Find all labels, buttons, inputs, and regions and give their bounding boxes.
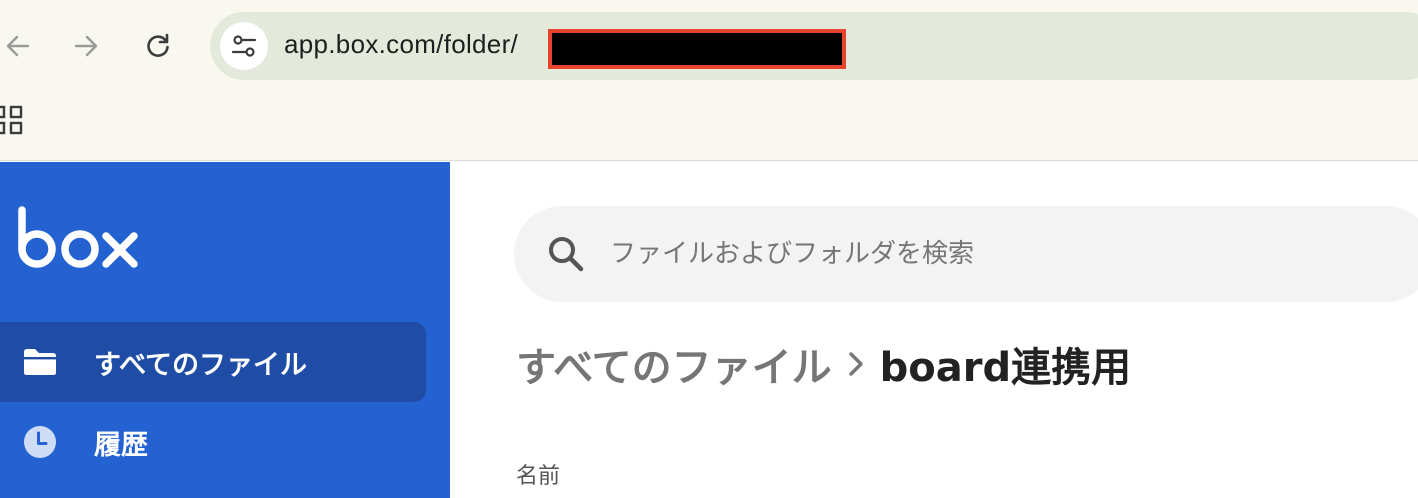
column-header-name[interactable]: 名前 [516, 458, 560, 490]
redacted-url-segment [548, 29, 846, 69]
breadcrumb: すべてのファイル board連携用 [516, 336, 1131, 392]
site-info-button[interactable] [220, 22, 268, 70]
sidebar-item-history[interactable]: 履歴 [0, 402, 426, 482]
breadcrumb-parent-link[interactable]: すべてのファイル [516, 335, 832, 393]
forward-arrow-icon [74, 35, 98, 57]
box-logo[interactable] [18, 206, 142, 274]
address-bar[interactable]: app.box.com/folder/ [210, 12, 1418, 80]
search-icon [549, 237, 584, 272]
tune-icon [231, 35, 257, 57]
sidebar-item-label: 履歴 [94, 429, 148, 461]
browser-toolbar: app.box.com/folder/ [0, 0, 1418, 161]
url-text: app.box.com/folder/ [284, 29, 519, 59]
reload-icon [147, 33, 169, 57]
search-input[interactable] [610, 232, 1370, 276]
chevron-right-icon [836, 349, 876, 379]
apps-grid-icon[interactable] [0, 104, 26, 136]
sidebar: すべてのファイル 履歴 [0, 162, 450, 498]
back-arrow-icon [6, 35, 30, 57]
sidebar-item-label: すべてのファイル [94, 349, 308, 381]
breadcrumb-current-folder: board連携用 [879, 345, 1132, 391]
reload-button[interactable] [140, 28, 176, 64]
search-box[interactable] [514, 206, 1418, 302]
back-button[interactable] [0, 28, 36, 64]
forward-button[interactable] [68, 28, 104, 64]
folder-icon [22, 344, 58, 380]
clock-icon [22, 424, 58, 460]
sidebar-item-all-files[interactable]: すべてのファイル [0, 322, 426, 402]
